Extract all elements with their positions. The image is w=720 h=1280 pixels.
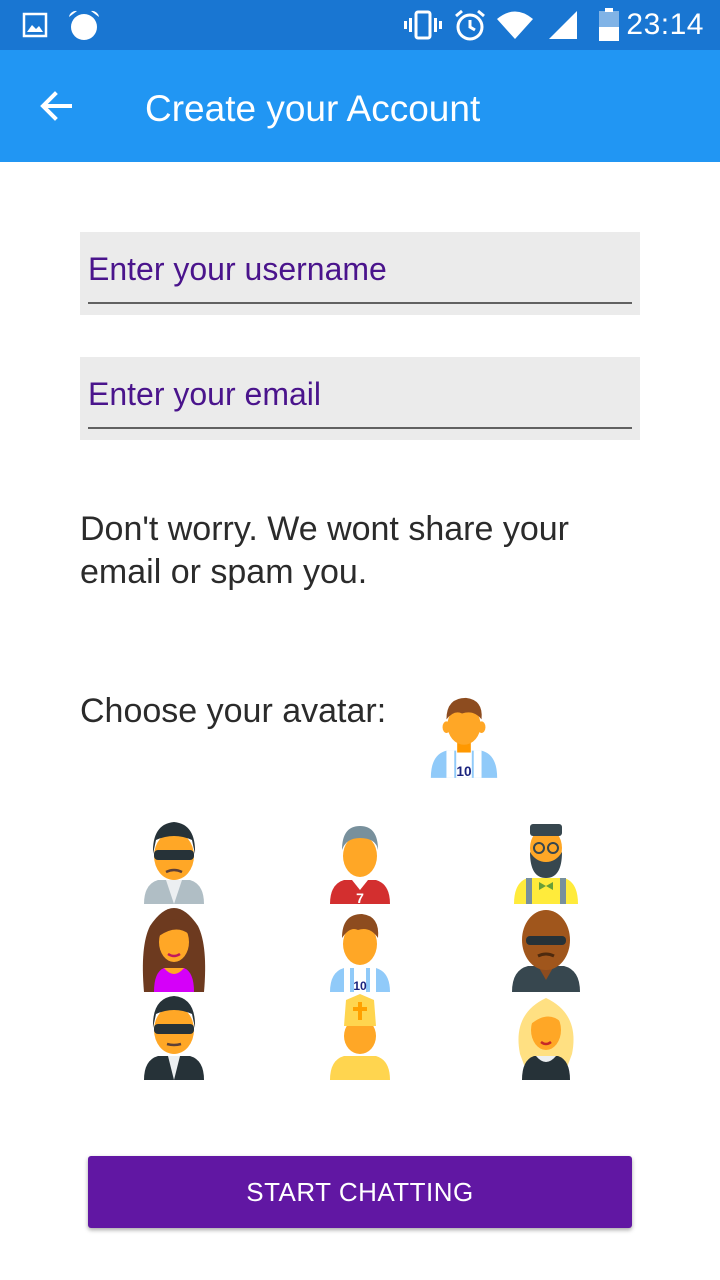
hipster-avatar-icon[interactable] <box>506 818 586 904</box>
email-input[interactable] <box>88 369 632 419</box>
back-button[interactable] <box>26 76 86 136</box>
app-bar: Create your Account <box>0 50 720 162</box>
soccer-player-avatar-icon[interactable]: 7 <box>320 818 400 904</box>
blonde-woman-avatar-icon[interactable] <box>506 994 586 1080</box>
pope-avatar-icon[interactable] <box>320 994 400 1080</box>
vibrate-icon <box>404 10 442 40</box>
woman-avatar-icon[interactable] <box>134 906 214 992</box>
username-underline <box>88 302 632 304</box>
svg-text:10: 10 <box>456 764 472 778</box>
svg-text:10: 10 <box>353 979 367 992</box>
start-chatting-button[interactable]: START CHATTING <box>88 1156 632 1228</box>
agent-avatar-icon[interactable] <box>134 818 214 904</box>
battery-icon <box>599 8 619 41</box>
username-input[interactable] <box>88 244 632 294</box>
username-field[interactable] <box>80 232 640 315</box>
bald-man-sunglasses-avatar-icon[interactable] <box>506 906 586 992</box>
status-bar: 23:14 <box>0 0 720 50</box>
alarm-clock-icon <box>455 9 485 41</box>
status-time: 23:14 <box>626 8 704 41</box>
email-field[interactable] <box>80 357 640 440</box>
page-title: Create your Account <box>145 88 481 129</box>
avatar-label: Choose your avatar: <box>80 692 387 730</box>
gallery-icon <box>22 12 48 38</box>
arrow-back-icon <box>40 91 72 121</box>
svg-text:7: 7 <box>356 890 364 904</box>
footballer-avatar-icon[interactable]: 10 <box>320 906 400 992</box>
selected-avatar-footballer-icon: 10 <box>430 697 498 778</box>
man-sunglasses-avatar-icon[interactable] <box>134 994 214 1080</box>
email-underline <box>88 427 632 429</box>
wifi-icon <box>497 11 533 39</box>
signal-icon <box>549 11 577 39</box>
privacy-notice: Don't worry. We wont share your email or… <box>80 510 569 591</box>
alarm-icon <box>69 10 99 40</box>
